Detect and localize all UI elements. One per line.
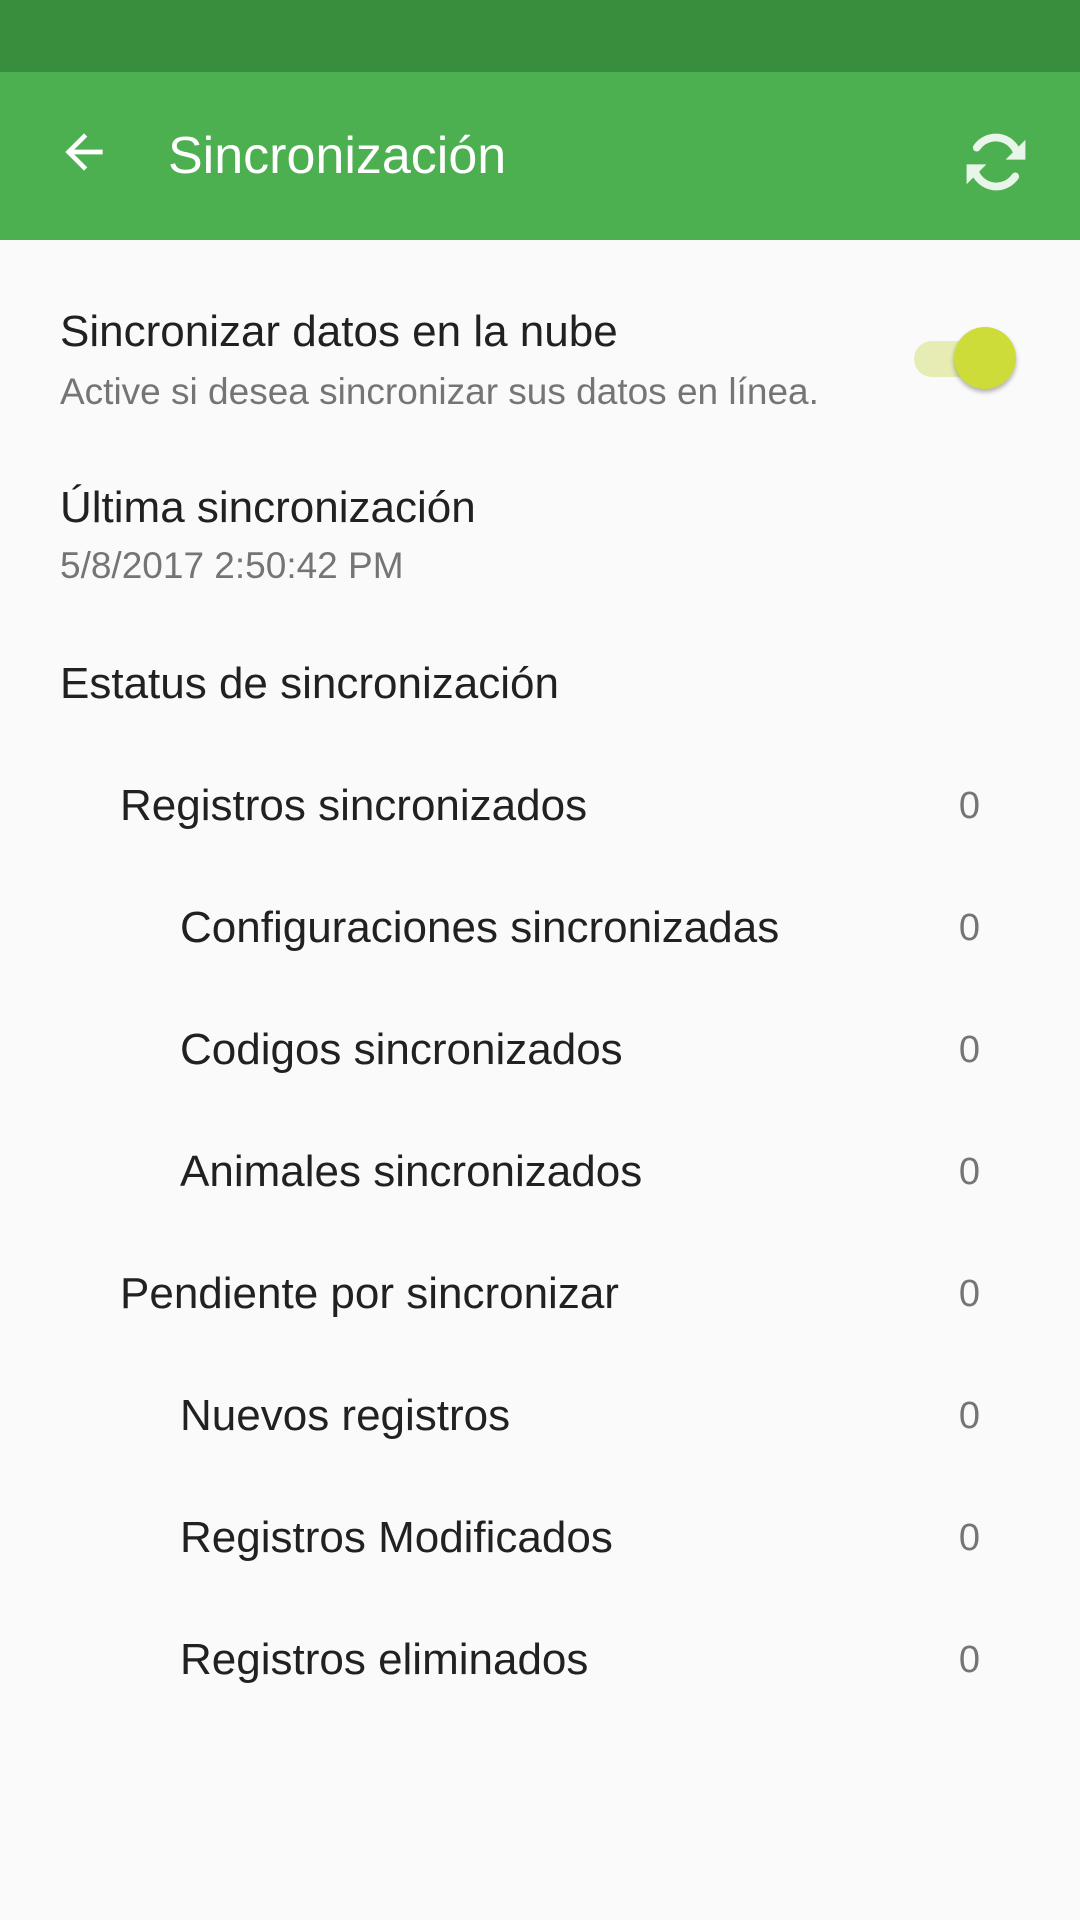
arrow-back-icon — [65, 133, 103, 171]
last-sync-preference: Última sincronización 5/8/2017 2:50:42 P… — [0, 440, 1080, 620]
synced-animals-label: Animales sincronizados — [180, 1147, 643, 1196]
modified-records-label: Registros Modificados — [180, 1513, 613, 1562]
toggle-thumb — [954, 327, 1016, 389]
sync-status-title: Estatus de sincronización — [60, 659, 559, 708]
sync-icon — [966, 133, 1026, 191]
page-title: Sincronización — [168, 127, 507, 185]
synced-records-label: Registros sincronizados — [120, 781, 588, 830]
deleted-records-label: Registros eliminados — [180, 1635, 589, 1684]
new-records-value: 0 — [958, 1395, 980, 1437]
pending-label: Pendiente por sincronizar — [120, 1269, 619, 1318]
synced-animals-value: 0 — [958, 1151, 980, 1193]
status-bar — [0, 0, 1080, 72]
new-records-label: Nuevos registros — [180, 1391, 511, 1440]
modified-records-value: 0 — [958, 1517, 980, 1559]
cloud-sync-title: Sincronizar datos en la nube — [60, 307, 618, 356]
synced-records-value: 0 — [958, 785, 980, 827]
synced-codes-value: 0 — [958, 1029, 980, 1071]
synced-config-value: 0 — [958, 907, 980, 949]
synced-codes-label: Codigos sincronizados — [180, 1025, 623, 1074]
back-button[interactable] — [36, 104, 132, 200]
app-bar: Sincronización — [0, 72, 1080, 240]
cloud-sync-toggle[interactable] — [908, 320, 1016, 392]
sync-button[interactable] — [942, 108, 1050, 216]
cloud-sync-summary: Active si desea sincronizar sus datos en… — [60, 371, 819, 412]
last-sync-value: 5/8/2017 2:50:42 PM — [60, 545, 404, 586]
synced-config-label: Configuraciones sincronizadas — [180, 903, 780, 952]
pending-value: 0 — [958, 1273, 980, 1315]
last-sync-title: Última sincronización — [60, 483, 476, 532]
deleted-records-value: 0 — [958, 1639, 980, 1681]
